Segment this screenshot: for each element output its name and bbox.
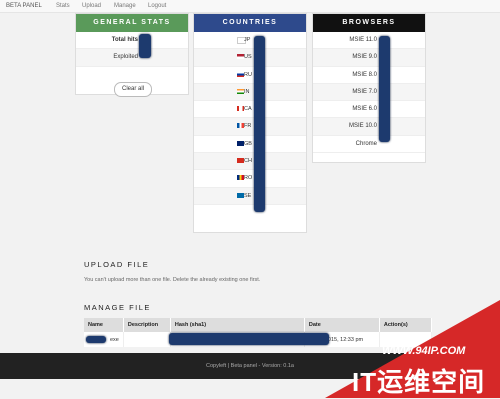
- country-code: FR: [244, 123, 252, 130]
- list-item: FR: [194, 118, 306, 136]
- list-item: GB: [194, 136, 306, 154]
- clear-all-button[interactable]: Clear all: [114, 82, 152, 97]
- hash-cell: [168, 332, 329, 347]
- general-stats-title: GENERAL STATS: [76, 14, 188, 32]
- upload-note: You can't upload more than one file. Del…: [84, 277, 261, 283]
- browser-name: MSIE 10.0: [348, 123, 377, 130]
- country-code: RO: [244, 175, 253, 182]
- country-code: IN: [244, 88, 250, 95]
- file-name-suffix: exe: [110, 336, 119, 343]
- list-item: CA: [194, 101, 306, 119]
- country-code: GB: [244, 140, 252, 147]
- list-item: MSIE 11.0: [313, 32, 425, 50]
- upload-section-title: UPLOAD FILE: [84, 260, 150, 269]
- ca-flag-icon: [237, 106, 244, 112]
- redaction-block: [379, 36, 390, 142]
- col-hash: Hash (sha1): [170, 318, 305, 332]
- nav-manage[interactable]: Manage: [114, 3, 136, 9]
- browser-name: MSIE 7.0: [352, 88, 377, 95]
- se-flag-icon: [237, 192, 244, 198]
- browser-name: MSIE 6.0: [352, 106, 377, 113]
- country-code: US: [244, 54, 252, 61]
- ru-flag-icon: [237, 71, 244, 77]
- in-flag-icon: [237, 88, 244, 94]
- description-cell: [123, 332, 171, 347]
- list-item: MSIE 10.0: [313, 118, 425, 136]
- browser-name: MSIE 11.0: [349, 37, 377, 43]
- top-nav: BETA PANEL Stats Upload Manage Logout: [0, 0, 500, 13]
- exploited-label: Exploited: [113, 54, 138, 61]
- list-item: US: [194, 49, 306, 67]
- total-hits-row: Total hits: [76, 32, 188, 50]
- list-item: CH: [194, 153, 306, 171]
- list-item: MSIE 6.0: [313, 101, 425, 119]
- list-item: RO: [194, 170, 306, 188]
- browsers-title: BROWSERS: [313, 14, 425, 32]
- country-code: SE: [244, 192, 252, 199]
- exploited-row: Exploited: [76, 49, 188, 67]
- redaction-block: [168, 333, 329, 345]
- countries-title: COUNTRIES: [194, 14, 306, 32]
- list-item: Chrome: [313, 136, 425, 154]
- browser-name: Chrome: [355, 140, 377, 147]
- redaction-block: [86, 336, 106, 343]
- manage-section-title: MANAGE FILE: [84, 303, 151, 312]
- country-code: CH: [244, 158, 252, 165]
- list-item: IN: [194, 83, 306, 102]
- nav-stats[interactable]: Stats: [56, 3, 70, 9]
- nav-upload[interactable]: Upload: [82, 3, 101, 9]
- general-stats-panel: GENERAL STATS Total hits Exploited Clear…: [75, 13, 189, 97]
- ro-flag-icon: [237, 175, 244, 181]
- countries-panel: COUNTRIES JP US RU IN CA FR GB CH RO SE: [193, 13, 307, 233]
- list-item: SE: [194, 187, 306, 205]
- nav-logout[interactable]: Logout: [148, 3, 166, 9]
- watermark-url: WWW.94IP.COM: [382, 345, 466, 357]
- fr-flag-icon: [237, 123, 244, 129]
- list-item: MSIE 9.0: [313, 49, 425, 67]
- col-description: Description: [123, 318, 171, 332]
- watermark-text: IT运维空间: [352, 367, 486, 397]
- redaction-block: [254, 36, 265, 212]
- brand-link[interactable]: BETA PANEL: [6, 3, 42, 9]
- country-code: RU: [244, 71, 252, 78]
- col-name: Name: [84, 318, 124, 332]
- ch-flag-icon: [237, 158, 244, 164]
- list-item: RU: [194, 67, 306, 84]
- country-code: CA: [244, 106, 252, 113]
- redaction-block: [139, 34, 151, 58]
- file-name-cell: exe: [84, 332, 124, 347]
- list-item: MSIE 7.0: [313, 83, 425, 102]
- total-hits-label: Total hits: [111, 37, 138, 43]
- browser-name: MSIE 8.0: [352, 71, 377, 78]
- gb-flag-icon: [237, 140, 244, 146]
- browser-name: MSIE 9.0: [352, 54, 377, 61]
- country-code: JP: [244, 37, 251, 43]
- list-item: MSIE 8.0: [313, 67, 425, 84]
- us-flag-icon: [237, 54, 244, 60]
- list-item: JP: [194, 32, 306, 50]
- browsers-panel: BROWSERS MSIE 11.0 MSIE 9.0 MSIE 8.0 MSIE 7…: [312, 13, 426, 163]
